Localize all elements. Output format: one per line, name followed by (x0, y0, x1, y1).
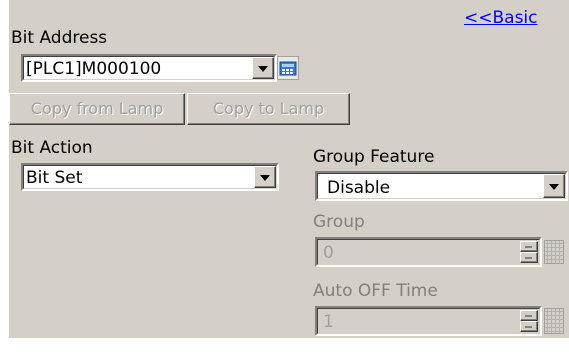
bit-address-combobox[interactable]: [PLC1]M000100 (21, 54, 277, 82)
chevron-down-icon (260, 175, 270, 181)
group-feature-value: Disable (327, 178, 391, 198)
group-label: Group (313, 212, 365, 232)
copy-from-lamp-button[interactable]: Copy from Lamp (9, 93, 185, 125)
bit-address-dropdown-button[interactable] (252, 57, 274, 79)
group-value: 0 (323, 243, 334, 263)
group-keypad-icon[interactable] (544, 240, 564, 264)
spin-up-button[interactable] (520, 310, 538, 321)
bit-address-label: Bit Address (11, 28, 108, 48)
auto-off-time-spin-buttons[interactable] (520, 310, 538, 332)
auto-off-time-keypad-icon[interactable] (544, 308, 564, 334)
auto-off-time-label: Auto OFF Time (313, 281, 438, 301)
chevron-down-icon (258, 66, 268, 72)
chevron-down-icon (549, 184, 559, 190)
copy-from-lamp-label: Copy from Lamp (30, 99, 164, 118)
group-feature-dropdown-button[interactable] (543, 174, 565, 198)
basic-link[interactable]: <<Basic (464, 8, 538, 28)
copy-to-lamp-label: Copy to Lamp (212, 99, 325, 118)
bit-action-dropdown-button[interactable] (254, 166, 276, 188)
copy-to-lamp-button[interactable]: Copy to Lamp (187, 93, 350, 125)
bit-action-value: Bit Set (26, 168, 83, 188)
group-spinbox[interactable]: 0 (315, 237, 542, 267)
spin-down-button[interactable] (520, 252, 538, 263)
spin-down-button[interactable] (520, 321, 538, 332)
spin-up-button[interactable] (520, 241, 538, 252)
bit-address-value: [PLC1]M000100 (26, 59, 162, 79)
settings-panel: <<Basic Bit Address [PLC1]M000100 Copy f… (9, 0, 569, 338)
auto-off-time-spinbox[interactable]: 1 (315, 306, 542, 336)
auto-off-time-value: 1 (323, 312, 334, 332)
keypad-icon[interactable] (277, 56, 299, 80)
bit-action-label: Bit Action (11, 138, 93, 158)
bit-action-combobox[interactable]: Bit Set (21, 163, 279, 191)
group-spin-buttons[interactable] (520, 241, 538, 263)
group-feature-combobox[interactable]: Disable (315, 171, 568, 201)
group-feature-label: Group Feature (313, 147, 435, 167)
